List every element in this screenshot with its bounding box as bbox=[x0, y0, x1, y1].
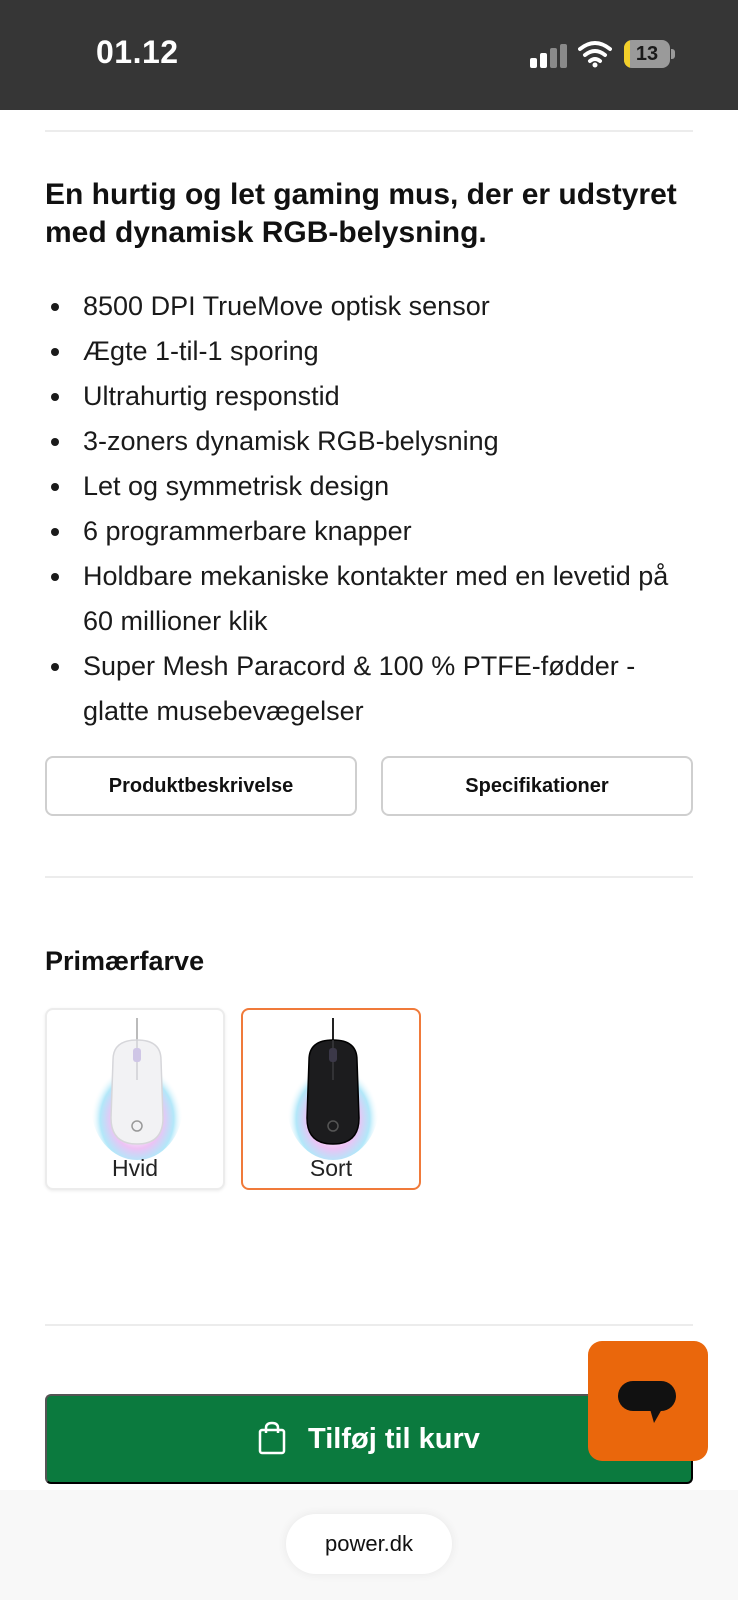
list-item: 3-zoners dynamisk RGB-belysning bbox=[45, 419, 695, 464]
shopping-bag-icon bbox=[258, 1421, 286, 1458]
list-item: Super Mesh Paracord & 100 % PTFE-fødder … bbox=[45, 644, 695, 734]
section-divider bbox=[45, 876, 693, 878]
product-description-button[interactable]: Produktbeskrivelse bbox=[45, 756, 357, 816]
section-divider bbox=[45, 1324, 693, 1326]
product-headline: En hurtig og let gaming mus, der er udst… bbox=[45, 178, 677, 249]
black-mouse-image bbox=[287, 1018, 379, 1160]
add-to-cart-label: Tilføj til kurv bbox=[308, 1422, 480, 1455]
list-item: 6 programmerbare knapper bbox=[45, 509, 695, 554]
chat-button[interactable] bbox=[588, 1341, 708, 1461]
battery-icon: 13 bbox=[624, 40, 675, 68]
list-item: Holdbare mekaniske kontakter med en leve… bbox=[45, 554, 695, 644]
status-bar: 01.12 13 bbox=[0, 0, 738, 110]
color-option-label: Hvid bbox=[111, 1155, 158, 1181]
list-item: 8500 DPI TrueMove optisk sensor bbox=[45, 284, 695, 329]
address-bar[interactable]: power.dk bbox=[286, 1514, 452, 1574]
cellular-signal-icon bbox=[530, 44, 568, 68]
chat-bubble-icon bbox=[618, 1381, 676, 1423]
list-item: Ægte 1-til-1 sporing bbox=[45, 329, 695, 374]
battery-level: 13 bbox=[635, 43, 659, 65]
color-option-label: Sort bbox=[309, 1155, 353, 1181]
wifi-icon bbox=[578, 40, 612, 68]
color-picker-heading: Primærfarve bbox=[45, 946, 205, 976]
top-divider bbox=[45, 130, 693, 132]
specifications-button[interactable]: Specifikationer bbox=[381, 756, 693, 816]
color-option-black[interactable]: Sort bbox=[241, 1008, 421, 1190]
white-mouse-image bbox=[91, 1018, 183, 1160]
feature-list: 8500 DPI TrueMove optisk sensor Ægte 1-t… bbox=[45, 284, 695, 734]
list-item: Let og symmetrisk design bbox=[45, 464, 695, 509]
list-item: Ultrahurtig responstid bbox=[45, 374, 695, 419]
status-time: 01.12 bbox=[96, 34, 179, 70]
color-option-white[interactable]: Hvid bbox=[45, 1008, 225, 1190]
